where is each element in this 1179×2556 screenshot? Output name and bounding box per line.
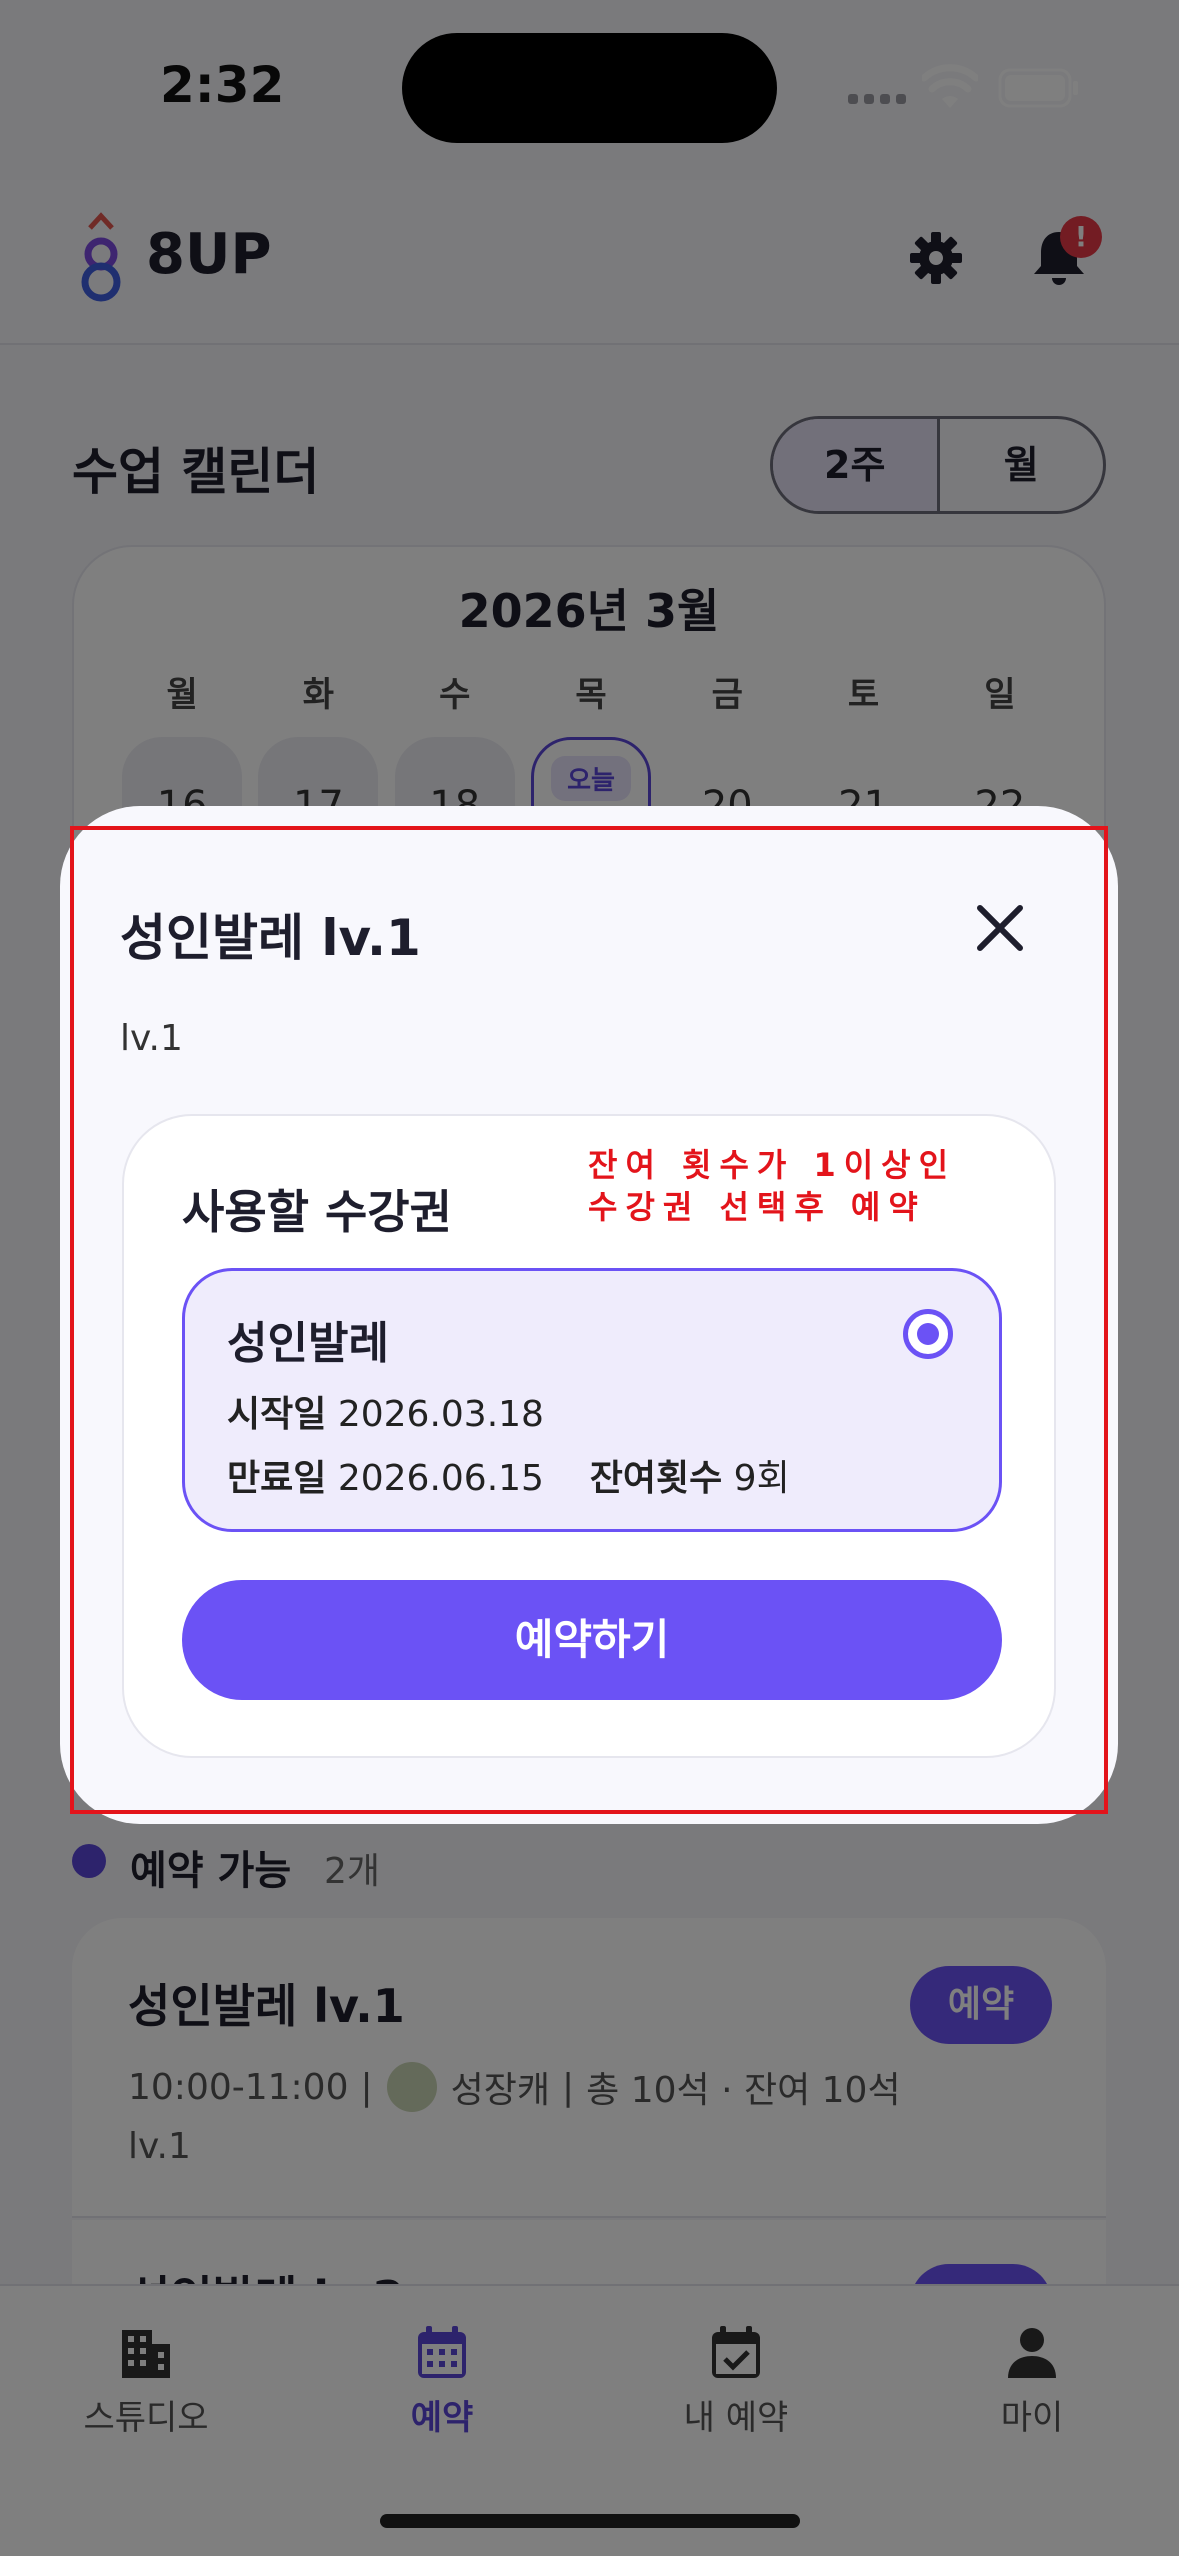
annotation-line: 수강권 선택후 예약 (588, 1188, 926, 1226)
annotation-box (70, 826, 1108, 1814)
annotation-text: 잔여 횟수가 1이상인 수강권 선택후 예약 (588, 1144, 956, 1228)
annotation-line: 잔여 횟수가 1이상인 (588, 1146, 957, 1184)
home-indicator (380, 2514, 800, 2528)
